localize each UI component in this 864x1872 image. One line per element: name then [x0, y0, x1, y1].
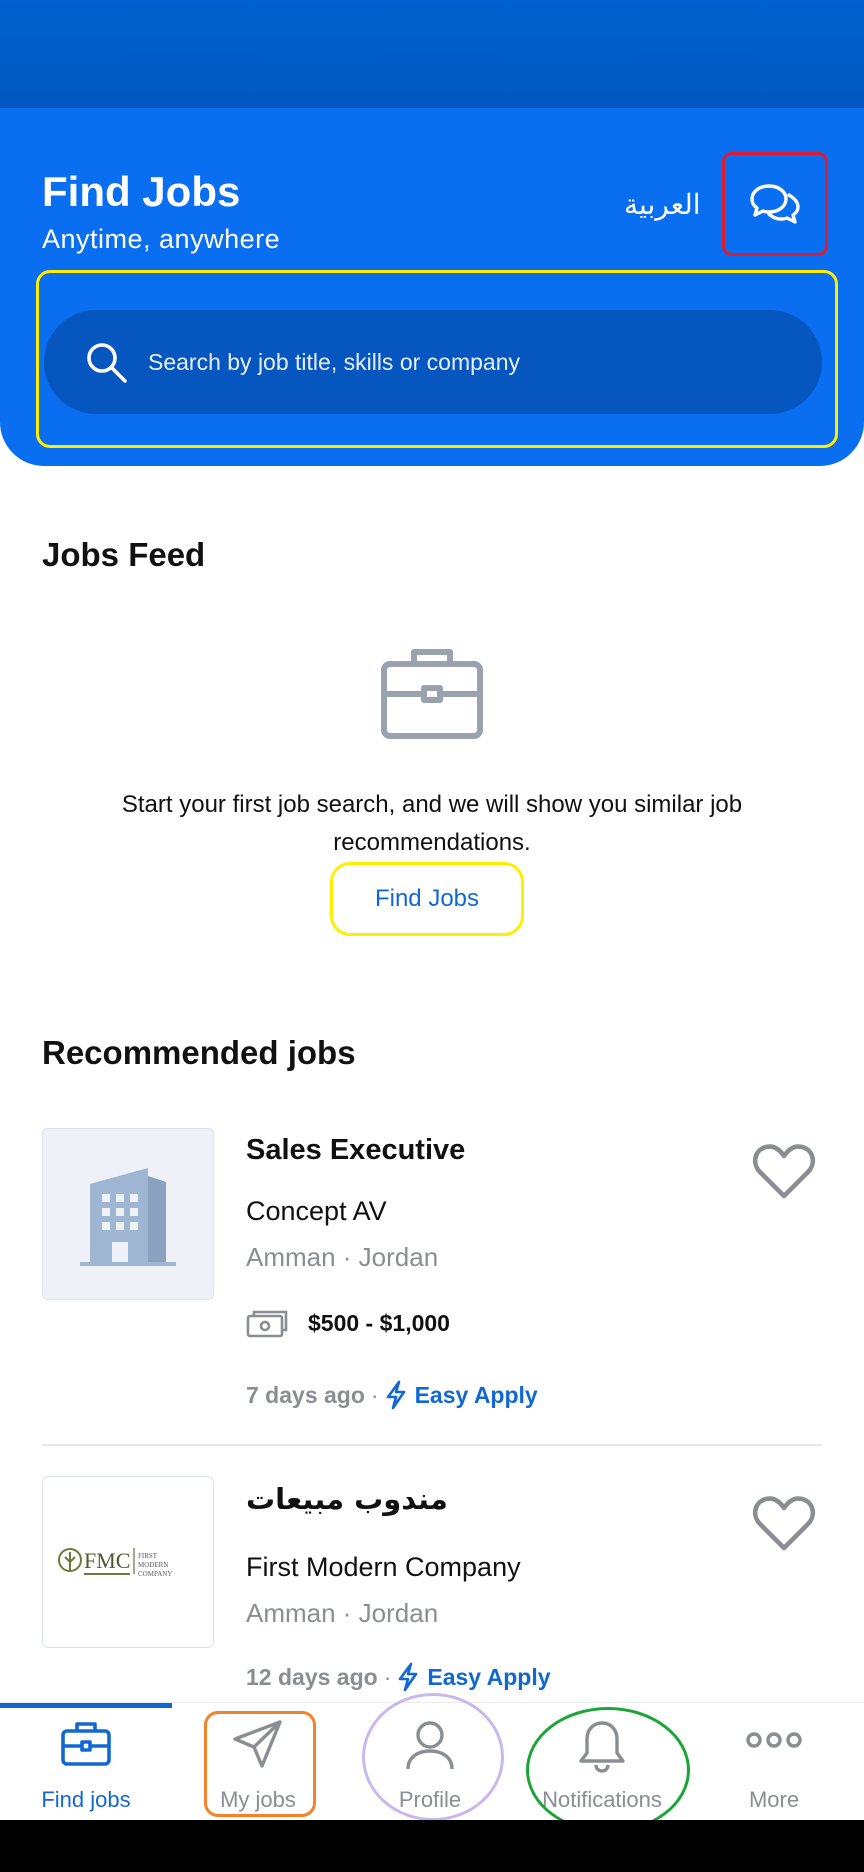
job-title[interactable]: مندوب مبيعات	[246, 1482, 448, 1516]
profile-highlight	[362, 1693, 504, 1821]
job-company: Concept AV	[246, 1196, 387, 1226]
svg-text:FIRST: FIRST	[138, 1552, 158, 1560]
page-title: Find Jobs	[42, 168, 241, 215]
briefcase-icon	[61, 1722, 111, 1766]
find-jobs-button[interactable]: Find Jobs	[330, 862, 524, 936]
posted-time: 7 days ago	[246, 1381, 365, 1408]
fmc-logo-text: FMC	[84, 1548, 130, 1573]
nav-label: Find jobs	[41, 1787, 131, 1812]
job-meta: 7 days ago · Easy Apply	[246, 1380, 538, 1410]
notifications-highlight	[526, 1707, 690, 1833]
system-nav-bar	[0, 1820, 864, 1872]
search-icon	[87, 343, 127, 383]
job-salary: $500 - $1,000	[246, 1308, 450, 1338]
svg-text:COMPANY: COMPANY	[138, 1570, 172, 1578]
separator-dot: ·	[383, 1663, 392, 1690]
job-location: Amman · Jordan	[246, 1242, 439, 1272]
more-dots-icon	[746, 1732, 802, 1748]
search-input[interactable]: Search by job title, skills or company	[148, 349, 520, 376]
page-subtitle: Anytime, anywhere	[42, 224, 281, 254]
fmc-logo: FMC FIRST MODERN COMPANY	[58, 1548, 172, 1578]
empty-feed-message: Start your first job search, and we will…	[121, 791, 743, 856]
status-bar	[0, 0, 864, 108]
my-jobs-highlight	[204, 1711, 316, 1817]
jobs-feed-title: Jobs Feed	[42, 536, 206, 573]
company-logo: FMC FIRST MODERN COMPANY	[42, 1476, 214, 1648]
divider	[42, 1444, 822, 1446]
briefcase-icon	[381, 649, 483, 739]
recommended-jobs-title: Recommended jobs	[42, 1034, 356, 1071]
easy-apply-badge[interactable]: Easy Apply	[415, 1382, 538, 1409]
job-card[interactable]: FMC FIRST MODERN COMPANY مندوب مبيعات Fi…	[42, 1476, 822, 1702]
nav-more[interactable]: More	[688, 1703, 860, 1821]
chat-icon	[750, 184, 800, 224]
search-bar[interactable]: Search by job title, skills or company	[44, 310, 822, 414]
heart-icon[interactable]	[752, 1142, 816, 1200]
nav-label: More	[748, 1787, 800, 1812]
svg-text:MODERN: MODERN	[138, 1561, 168, 1569]
header: Find Jobs Anytime, anywhere العربية Sear…	[0, 108, 864, 466]
posted-time: 12 days ago	[246, 1663, 378, 1690]
heart-icon[interactable]	[752, 1494, 816, 1552]
easy-apply-badge[interactable]: Easy Apply	[427, 1664, 550, 1691]
lightning-icon	[399, 1662, 418, 1692]
job-location: Amman · Jordan	[246, 1598, 439, 1628]
money-icon	[246, 1310, 288, 1338]
job-card[interactable]: Sales Executive Concept AV Amman · Jorda…	[42, 1128, 822, 1428]
lightning-icon	[386, 1380, 405, 1410]
language-toggle[interactable]: العربية	[624, 188, 701, 221]
job-company: First Modern Company	[246, 1552, 521, 1582]
company-logo	[42, 1128, 214, 1300]
separator-dot: ·	[370, 1381, 379, 1408]
chat-button[interactable]	[722, 152, 828, 256]
salary-text: $500 - $1,000	[308, 1309, 450, 1336]
bottom-nav: Find jobs My jobs Profile Notifications …	[0, 1693, 864, 1833]
nav-find-jobs[interactable]: Find jobs	[0, 1703, 172, 1821]
job-meta: 12 days ago · Easy Apply	[246, 1662, 551, 1692]
job-title[interactable]: Sales Executive	[246, 1134, 465, 1167]
building-icon	[80, 1168, 176, 1266]
